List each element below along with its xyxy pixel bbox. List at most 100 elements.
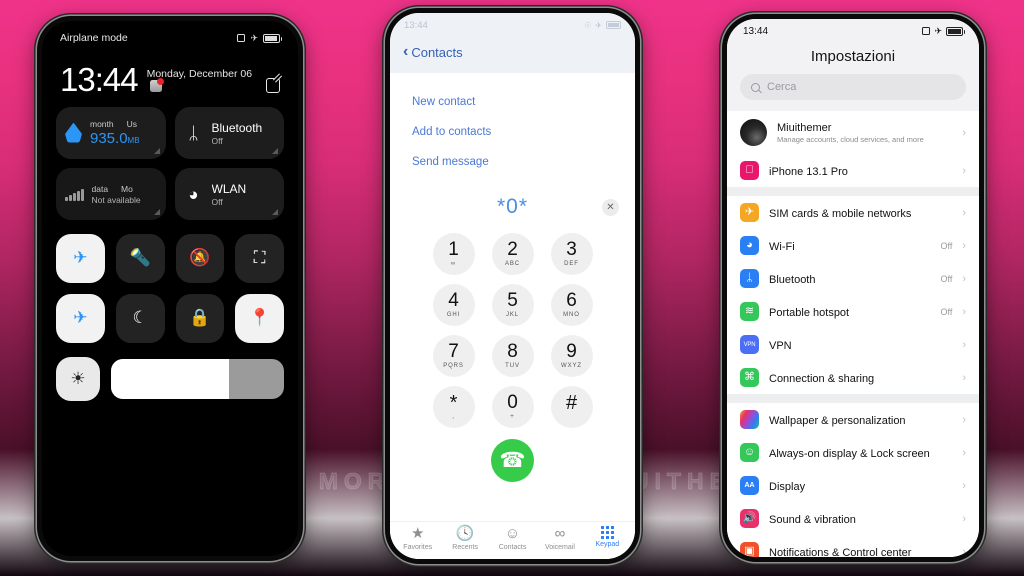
alarm-icon: ☉	[584, 20, 592, 30]
airplane-icon: ✈	[934, 25, 942, 36]
row-about-phone[interactable]:  iPhone 13.1 Pro ›	[727, 154, 979, 187]
key-5[interactable]: 5 JKL	[491, 284, 534, 326]
chevron-right-icon: ›	[962, 206, 966, 219]
big-tiles: month Us 935.0MB ᛦ Bluetooth Off data Mo…	[56, 107, 284, 220]
row-sim-cards[interactable]: ✈ SIM cards & mobile networks ›	[727, 196, 979, 229]
settings-list[interactable]: Miuithemer Manage accounts, cloud servic…	[727, 111, 979, 557]
status-icons: ✈	[922, 25, 965, 37]
key-1[interactable]: 1 ∞	[432, 233, 475, 275]
search-input[interactable]: Cerca	[740, 74, 966, 100]
key-4[interactable]: 4 GHI	[432, 284, 475, 326]
row-title: Connection & sharing	[769, 372, 875, 385]
key-hash[interactable]: #	[550, 386, 593, 428]
chevron-right-icon: ›	[962, 512, 966, 525]
tile-airplane-mode[interactable]: ✈	[56, 293, 105, 343]
data-usage-period: month	[90, 119, 114, 129]
key-3[interactable]: 3 DEF	[550, 233, 593, 275]
tile-location[interactable]: 📍	[235, 293, 284, 343]
share-icon: ⌘	[740, 368, 759, 387]
tile-bluetooth[interactable]: ᛦ Bluetooth Off	[174, 107, 284, 159]
tab-voicemail[interactable]: ∞ Voicemail	[536, 525, 583, 551]
row-connection-sharing[interactable]: ⌘ Connection & sharing ›	[727, 361, 979, 394]
action-send-message[interactable]: Send message	[412, 147, 613, 177]
action-new-contact[interactable]: New contact	[412, 87, 613, 117]
edit-icon[interactable]	[266, 78, 280, 93]
airplane-icon: ✈	[595, 20, 602, 30]
airplane-icon: ✈	[250, 32, 258, 43]
alarm-icon	[237, 34, 246, 42]
action-add-to-contacts[interactable]: Add to contacts	[412, 117, 613, 147]
bell-off-icon: 🔕	[189, 248, 211, 268]
tab-favorites[interactable]: ★ Favorites	[394, 524, 441, 551]
key-star[interactable]: *,	[432, 386, 475, 428]
tile-data-usage[interactable]: month Us 935.0MB	[56, 107, 166, 159]
keypad-dots-icon	[600, 525, 614, 539]
location-pin-icon: 📍	[249, 308, 271, 328]
row-wallpaper[interactable]: Wallpaper & personalization ›	[727, 403, 979, 436]
speaker-icon: 🔊	[740, 509, 759, 528]
status-icons: ✈	[237, 32, 282, 43]
wifi-icon: ◕	[740, 236, 759, 255]
back-label[interactable]: Contacts	[411, 45, 462, 60]
row-portable-hotspot[interactable]: ≋ Portable hotspot Off ›	[727, 295, 979, 328]
tile-data-saver[interactable]: ✈	[56, 234, 105, 283]
tile-silent-mode[interactable]: 🔕	[175, 234, 225, 283]
status-bar: 13:44 ☉ ✈	[390, 13, 635, 37]
tile-dark-mode[interactable]: ☾	[115, 293, 165, 343]
chevron-left-icon[interactable]: ‹	[403, 44, 408, 60]
battery-icon	[263, 33, 282, 43]
tab-contacts[interactable]: ☺ Contacts	[489, 525, 536, 551]
keypad: 1 ∞ 2 ABC 3 DEF 4 GHI 5 JKL 6 MNO 7 PQRS 8 TUV 9…	[390, 219, 635, 428]
row-always-on-display[interactable]: ☺ Always-on display & Lock screen ›	[727, 436, 979, 469]
row-account[interactable]: Miuithemer Manage accounts, cloud servic…	[727, 111, 979, 154]
key-2[interactable]: 2 ABC	[491, 233, 534, 275]
row-display[interactable]: AA Display ›	[727, 469, 979, 502]
brightness-icon[interactable]: ☀	[56, 356, 100, 401]
settings-group-account: Miuithemer Manage accounts, cloud servic…	[727, 111, 979, 187]
wlan-state: Off	[211, 196, 223, 207]
status-time: 13:44	[404, 19, 428, 31]
row-vpn[interactable]: VPN VPN ›	[727, 328, 979, 361]
row-title: VPN	[769, 339, 792, 352]
tile-mobile-data[interactable]: data Mo Not available	[56, 168, 166, 220]
row-value: Off	[940, 240, 953, 251]
status-icons: ☉ ✈	[584, 21, 621, 30]
screenshot-icon: ⛶	[253, 248, 266, 268]
row-sound-vibration[interactable]: 🔊 Sound & vibration ›	[727, 502, 979, 535]
key-9[interactable]: 9 WXYZ	[550, 335, 593, 377]
row-title: Notifications & Control center	[769, 546, 912, 558]
tile-flashlight[interactable]: 🔦	[115, 234, 165, 283]
mobile-data-state: Not available	[91, 194, 141, 205]
chevron-right-icon: ›	[962, 126, 966, 139]
row-bluetooth[interactable]: ᛦ Bluetooth Off ›	[727, 262, 979, 295]
avatar	[740, 119, 767, 146]
chevron-right-icon: ›	[962, 413, 966, 426]
close-icon[interactable]: ✕	[602, 198, 619, 216]
dialed-number: *0*	[496, 195, 529, 218]
star-icon: ★	[410, 524, 425, 542]
settings-group-personalization: Wallpaper & personalization › ☺ Always-o…	[727, 403, 979, 557]
call-row: ☎	[390, 439, 635, 482]
call-button[interactable]: ☎	[491, 439, 534, 482]
tab-keypad[interactable]: Keypad	[584, 525, 631, 552]
tile-screen-lock[interactable]: 🔒	[175, 293, 225, 343]
key-0[interactable]: 0 +	[491, 386, 534, 428]
screen-control-center: Airplane mode ✈ 13:44 Monday, December 0…	[42, 21, 298, 556]
key-7[interactable]: 7 PQRS	[432, 335, 475, 377]
key-6[interactable]: 6 MNO	[550, 284, 593, 326]
clock-icon: 🕓	[455, 524, 475, 542]
clock-date: Monday, December 06	[147, 68, 257, 96]
key-8[interactable]: 8 TUV	[491, 335, 534, 377]
row-notifications[interactable]: ▣ Notifications & Control center ›	[727, 535, 979, 557]
tab-recents[interactable]: 🕓 Recents	[441, 524, 488, 551]
display-aa-icon: AA	[740, 476, 759, 495]
bluetooth-icon: ᛦ	[188, 123, 199, 143]
quick-tiles-grid: ✈ 🔦 🔕 ⛶ ✈ ☾ 🔒 📍	[56, 234, 284, 343]
row-wifi[interactable]: ◕ Wi-Fi Off ›	[727, 229, 979, 262]
row-title: Display	[769, 480, 806, 493]
brightness-slider[interactable]	[111, 358, 284, 399]
tile-wlan[interactable]: ◕ WLAN Off	[174, 168, 284, 220]
bluetooth-icon: ᛦ	[740, 269, 759, 288]
brightness-row: ☀	[56, 356, 284, 401]
tile-screenshot[interactable]: ⛶	[235, 234, 284, 283]
